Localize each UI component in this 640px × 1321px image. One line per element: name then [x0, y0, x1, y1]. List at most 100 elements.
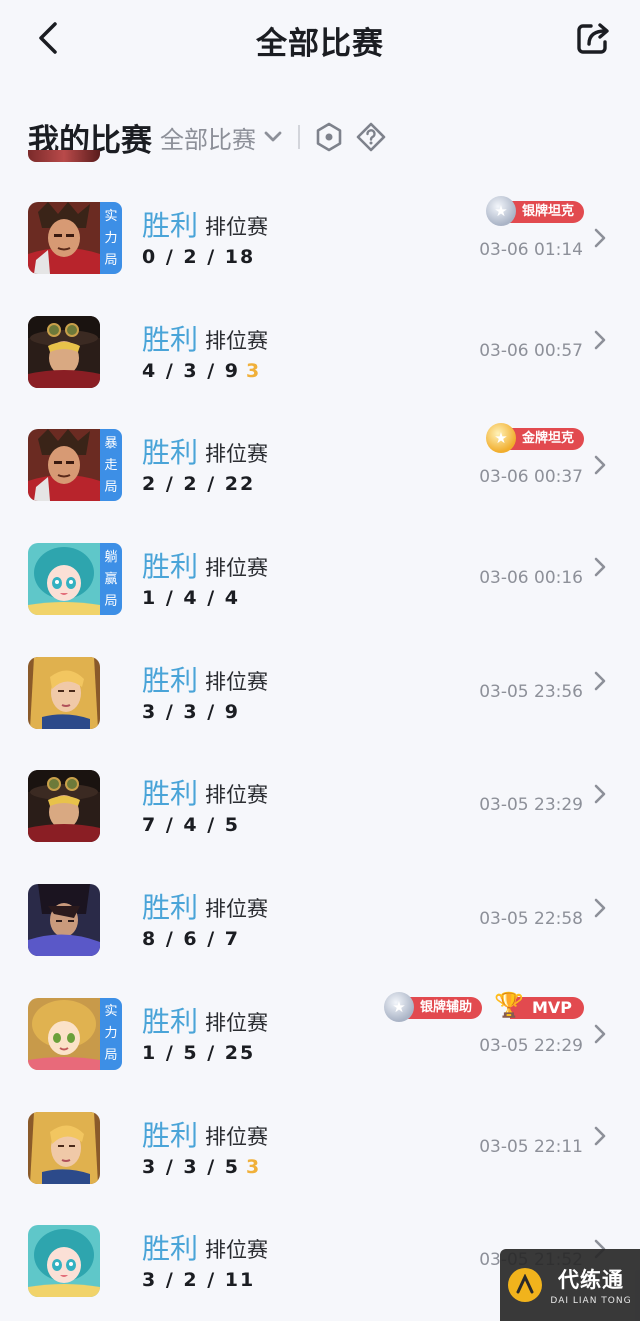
- hexagon-button[interactable]: [314, 122, 344, 152]
- kda-value: 1 / 4 / 4: [142, 587, 240, 610]
- badge-group: ★ 银牌坦克: [485, 196, 584, 226]
- diamond-question-icon: [356, 122, 386, 152]
- silver-badge: ★ 银牌辅助: [383, 991, 482, 1022]
- match-row[interactable]: 胜利 排位赛 3 / 3 / 5 3 03-05 22:11: [0, 1090, 640, 1204]
- match-time: 03-05 22:58: [479, 909, 583, 930]
- gold-badge: ★ 金牌坦克: [485, 423, 584, 454]
- back-button[interactable]: [28, 18, 68, 58]
- watermark: 代练通 DAI LIAN TONG: [500, 1249, 640, 1321]
- share-icon: [577, 23, 609, 54]
- kda: 0 / 2 / 18: [142, 246, 255, 268]
- match-list: 实力局胜利 排位赛 0 / 2 / 18 ★ 银牌坦克 03-06 01:14 胜利 排位赛 4…: [0, 180, 640, 1317]
- chevron-right-icon: [593, 455, 607, 475]
- hero-avatar-group: 躺赢局: [28, 543, 122, 616]
- match-time: 03-05 23:29: [479, 795, 583, 816]
- share-button[interactable]: [574, 18, 614, 58]
- hero-avatar-group: [28, 656, 100, 729]
- hero-avatar: [28, 884, 100, 957]
- match-mode: 排位赛: [205, 669, 268, 694]
- match-tag-char: 局: [104, 479, 118, 495]
- match-tag-char: 实: [104, 208, 118, 224]
- hero-avatar: [28, 997, 100, 1070]
- hero-avatar: [28, 1111, 100, 1184]
- chevron-right-icon: [593, 330, 607, 350]
- kda-value: 3 / 3 / 9: [142, 700, 240, 723]
- match-time: 03-06 00:57: [479, 340, 583, 361]
- kda-value: 1 / 5 / 25: [142, 1041, 256, 1064]
- match-result: 胜利: [142, 436, 199, 470]
- kda: 3 / 3 / 9: [142, 701, 240, 723]
- match-time: 03-06 01:14: [479, 240, 583, 260]
- match-result: 胜利: [142, 891, 199, 925]
- match-row[interactable]: 实力局胜利 排位赛 0 / 2 / 18 ★ 银牌坦克 03-06 01:14: [0, 180, 640, 294]
- hero-avatar-group: [28, 315, 100, 388]
- match-filter-dropdown[interactable]: 全部比赛: [160, 120, 282, 155]
- match-tag: 躺赢局: [100, 543, 122, 616]
- match-mode: 排位赛: [205, 1238, 268, 1263]
- kda: 7 / 4 / 5: [142, 814, 240, 836]
- hero-avatar-group: 实力局: [28, 202, 122, 274]
- match-mode: 排位赛: [205, 1010, 268, 1035]
- chevron-right-icon: [593, 1024, 607, 1044]
- hero-avatar-group: [28, 770, 100, 843]
- match-time: 03-06 00:37: [479, 467, 583, 488]
- chevron-right-icon: [593, 898, 607, 918]
- match-mode: 排位赛: [205, 215, 268, 239]
- match-result: 胜利: [142, 550, 199, 584]
- match-result: 胜利: [142, 663, 199, 697]
- match-time: 03-05 23:56: [479, 681, 583, 702]
- match-result: 胜利: [142, 209, 199, 242]
- kda-value: 2 / 2 / 22: [142, 473, 256, 496]
- partial-avatar: [28, 150, 100, 162]
- streak-count: 3: [246, 1155, 260, 1178]
- medal-star-icon: ★: [383, 991, 414, 1022]
- kda-value: 4 / 3 / 9: [142, 359, 240, 382]
- chevron-right-icon: [593, 784, 607, 804]
- chevron-right-icon: [593, 557, 607, 577]
- match-mode: 排位赛: [205, 442, 268, 467]
- match-row[interactable]: 躺赢局胜利 排位赛 1 / 4 / 4 03-06 00:16: [0, 521, 640, 635]
- silver-badge: ★ 银牌坦克: [485, 196, 584, 226]
- match-result: 胜利: [142, 1004, 199, 1038]
- hero-avatar: [28, 315, 100, 388]
- match-result: 胜利: [142, 777, 199, 811]
- match-tag-char: 暴: [104, 435, 118, 451]
- match-tag-char: 局: [104, 252, 118, 268]
- match-row[interactable]: 胜利 排位赛 3 / 3 / 9 03-05 23:56: [0, 635, 640, 749]
- trophy-icon: 🏆: [494, 990, 524, 1019]
- chevron-right-icon: [593, 228, 607, 248]
- match-result: 胜利: [142, 1118, 199, 1152]
- watermark-text: 代练通 DAI LIAN TONG: [550, 1264, 631, 1306]
- match-row[interactable]: 实力局胜利 排位赛 1 / 5 / 25 ★ 银牌辅助 🏆 MVP 03-05 22:29: [0, 976, 640, 1090]
- kda-value: 7 / 4 / 5: [142, 814, 240, 837]
- match-row[interactable]: 胜利 排位赛 7 / 4 / 5 03-05 23:29: [0, 748, 640, 862]
- match-tag-char: 力: [104, 1026, 118, 1042]
- watermark-sub: DAI LIAN TONG: [550, 1296, 632, 1306]
- match-row[interactable]: 胜利 排位赛 8 / 6 / 7 03-05 22:58: [0, 862, 640, 976]
- match-time: 03-05 22:29: [479, 1035, 583, 1056]
- kda-value: 8 / 6 / 7: [142, 928, 240, 951]
- match-tag-char: 躺: [104, 549, 118, 565]
- kda: 1 / 5 / 25: [142, 1042, 255, 1064]
- match-tag-char: 赢: [104, 571, 118, 587]
- page-title: 全部比赛: [256, 25, 384, 62]
- help-button[interactable]: [356, 122, 386, 152]
- match-tag: 实力局: [100, 997, 122, 1070]
- watermark-main: 代练通: [558, 1268, 624, 1292]
- match-row[interactable]: 暴走局胜利 排位赛 2 / 2 / 22 ★ 金牌坦克 03-06 00:37: [0, 407, 640, 521]
- match-tag-char: 实: [104, 1004, 118, 1020]
- kda: 8 / 6 / 7: [142, 928, 240, 950]
- kda: 3 / 2 / 11: [142, 1269, 255, 1291]
- match-tag-char: 力: [104, 230, 118, 246]
- kda-value: 0 / 2 / 18: [142, 246, 256, 268]
- kda: 3 / 3 / 5 3: [142, 1156, 259, 1178]
- kda: 1 / 4 / 4: [142, 587, 240, 609]
- match-result: 胜利: [142, 322, 199, 356]
- match-tag-char: 走: [104, 457, 118, 473]
- match-row[interactable]: 胜利 排位赛 4 / 3 / 9 3 03-06 00:57: [0, 294, 640, 408]
- match-time: 03-06 00:16: [479, 568, 583, 589]
- hero-avatar-group: 暴走局: [28, 429, 122, 502]
- hero-avatar-group: [28, 1225, 100, 1298]
- match-tag: 暴走局: [100, 429, 122, 502]
- chevron-left-icon: [39, 22, 57, 54]
